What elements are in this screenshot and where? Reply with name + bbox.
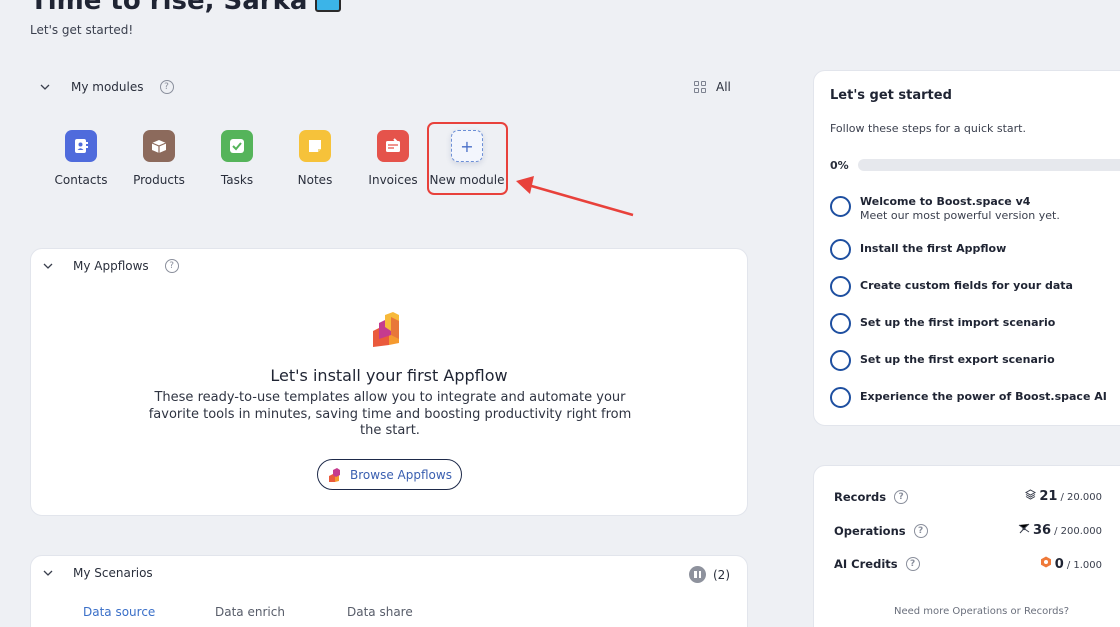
scenarios-status: (2) [689, 566, 730, 583]
module-invoices[interactable]: Invoices [354, 130, 432, 187]
step-checkbox-icon[interactable] [830, 196, 851, 217]
step-checkbox-icon[interactable] [830, 313, 851, 334]
get-started-subtitle: Follow these steps for a quick start. [830, 122, 1026, 135]
usage-ai-credits-row: AI Credits? 0 / 1.000 [834, 556, 1102, 572]
module-tasks[interactable]: Tasks [198, 130, 276, 187]
step-title: Create custom fields for your data [860, 279, 1073, 292]
chevron-down-icon[interactable] [40, 82, 50, 92]
tab-data-enrich[interactable]: Data enrich [215, 605, 347, 619]
module-notes[interactable]: Notes [276, 130, 354, 187]
modules-title: My modules [71, 80, 144, 94]
appflows-header: My Appflows ? [43, 259, 179, 273]
records-label: Records [834, 489, 887, 504]
tab-data-share[interactable]: Data share [347, 605, 479, 619]
contacts-icon [65, 130, 97, 162]
step-export-scenario[interactable]: Set up the first export scenario [830, 348, 1120, 371]
module-label: Contacts [54, 173, 108, 187]
help-icon[interactable]: ? [159, 80, 174, 94]
step-welcome[interactable]: Welcome to Boost.space v4 Meet our most … [830, 194, 1120, 223]
module-label: Invoices [368, 173, 418, 187]
invoice-icon [377, 130, 409, 162]
step-title: Experience the power of Boost.space AI [860, 390, 1107, 403]
operations-value: 36 [1033, 523, 1052, 538]
scenarios-count: (2) [713, 567, 730, 582]
appflows-empty-description: These ready-to-use templates allow you t… [148, 390, 632, 438]
step-checkbox-icon[interactable] [830, 350, 851, 371]
step-description: Meet our most powerful version yet. [860, 209, 1060, 222]
progress-bar [858, 159, 1120, 171]
scenarios-tabs: Data source Data enrich Data share [83, 605, 479, 619]
operations-label: Operations [834, 523, 906, 538]
module-contacts[interactable]: Contacts [42, 130, 120, 187]
scenarios-header: My Scenarios [43, 566, 153, 580]
chevron-down-icon[interactable] [43, 568, 53, 578]
step-title: Set up the first export scenario [860, 353, 1055, 366]
sunrise-emoji-icon [315, 0, 342, 12]
greeting-text: Time to rise, Šárka [30, 0, 308, 16]
check-icon [221, 130, 253, 162]
scenarios-card: My Scenarios (2) Data source Data enrich… [30, 555, 748, 627]
pause-icon[interactable] [689, 566, 706, 583]
help-icon[interactable]: ? [905, 557, 920, 571]
step-checkbox-icon[interactable] [830, 239, 851, 260]
all-modules-label: All [716, 80, 731, 94]
get-started-title: Let's get started [830, 88, 952, 103]
step-boost-ai[interactable]: Experience the power of Boost.space AI [830, 385, 1120, 408]
help-icon[interactable]: ? [894, 489, 909, 504]
nodes-icon [1018, 523, 1030, 534]
browse-appflows-button[interactable]: Browse Appflows [317, 459, 462, 490]
modules-header: My modules ? [40, 80, 174, 94]
ai-credits-value: 0 [1054, 557, 1064, 572]
module-label: Tasks [220, 173, 254, 187]
new-module-label: New module [429, 173, 505, 187]
step-install-appflow[interactable]: Install the first Appflow [830, 237, 1120, 260]
module-label: Products [133, 173, 185, 187]
page-title: Time to rise, Šárka [30, 0, 342, 16]
tab-data-source[interactable]: Data source [83, 605, 215, 619]
note-icon [299, 130, 331, 162]
step-title: Set up the first import scenario [860, 316, 1056, 329]
step-title: Welcome to Boost.space v4 [860, 195, 1031, 208]
step-import-scenario[interactable]: Set up the first import scenario [830, 311, 1120, 334]
plus-icon: + [451, 130, 483, 162]
hex-icon [1040, 556, 1051, 568]
grid-icon [694, 81, 706, 93]
operations-max: / 200.000 [1054, 526, 1102, 537]
all-modules-button[interactable]: All [694, 80, 731, 94]
modules-list: Contacts Products Tasks Notes Invoices [42, 130, 432, 187]
progress-label: 0% [830, 159, 849, 172]
step-checkbox-icon[interactable] [830, 276, 851, 297]
need-more-text: Need more Operations or Records? [894, 606, 1070, 617]
browse-appflows-label: Browse Appflows [350, 467, 452, 482]
steps-list: Welcome to Boost.space v4 Meet our most … [830, 194, 1120, 422]
usage-card: Records? 21 / 20.000 Operations? 36 / 20… [813, 465, 1120, 627]
usage-records-row: Records? 21 / 20.000 [834, 489, 1102, 504]
ai-credits-max: / 1.000 [1066, 560, 1102, 571]
layers-icon [1025, 489, 1037, 500]
ai-credits-label: AI Credits [834, 557, 898, 571]
step-custom-fields[interactable]: Create custom fields for your data [830, 274, 1120, 297]
records-max: / 20.000 [1060, 492, 1102, 503]
help-icon[interactable]: ? [913, 523, 928, 538]
appflow-mini-icon [329, 467, 341, 482]
step-title: Install the first Appflow [860, 242, 1007, 255]
box-icon [143, 130, 175, 162]
records-value: 21 [1039, 489, 1058, 504]
page-subtitle: Let's get started! [30, 23, 134, 37]
chevron-down-icon[interactable] [43, 261, 53, 271]
step-checkbox-icon[interactable] [830, 387, 851, 408]
appflows-empty-title: Let's install your first Appflow [270, 366, 508, 385]
appflow-logo-icon [369, 309, 411, 353]
new-module-button[interactable]: + New module [428, 130, 506, 187]
appflows-title: My Appflows [73, 259, 149, 273]
help-icon[interactable]: ? [164, 259, 179, 273]
module-label: Notes [297, 173, 333, 187]
appflows-card: My Appflows ? Let's install your first A… [30, 248, 748, 516]
module-products[interactable]: Products [120, 130, 198, 187]
get-started-card: Let's get started Follow these steps for… [813, 70, 1120, 426]
scenarios-title: My Scenarios [73, 566, 153, 580]
usage-operations-row: Operations? 36 / 200.000 [834, 523, 1102, 538]
